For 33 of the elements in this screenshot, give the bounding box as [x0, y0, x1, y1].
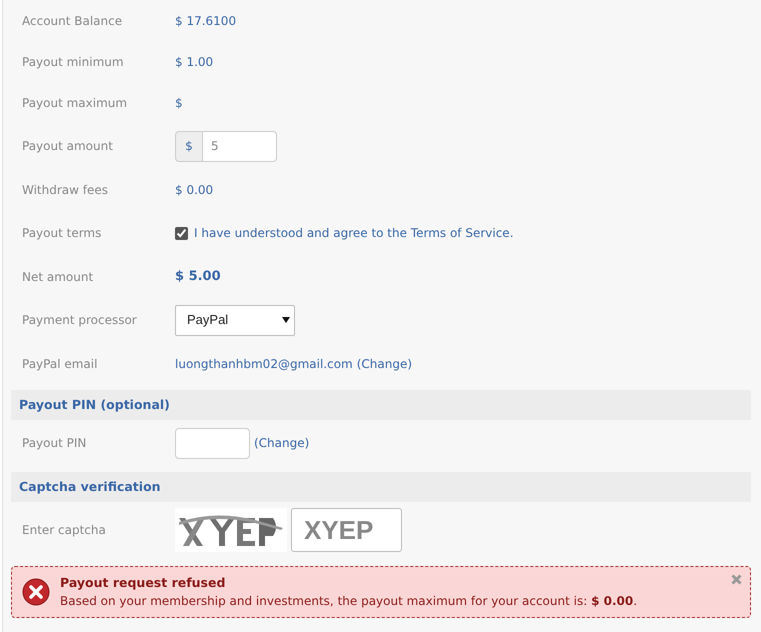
terms-checkbox[interactable] [175, 226, 188, 240]
field-value: $ [175, 94, 183, 112]
terms-text: I have understood and agree to the Terms of Service. [194, 225, 514, 242]
field-label: PayPal email [22, 356, 98, 372]
error-icon [22, 578, 50, 606]
currency-addon: $ [175, 130, 203, 162]
processor-select[interactable]: PayPal [175, 304, 295, 336]
field-label: Payment processor [22, 312, 138, 329]
section-header: Payout PIN (optional) [11, 390, 751, 420]
field-value: $ 1.00 [175, 54, 214, 70]
email-text: luongthanhbm02@gmail.com [175, 356, 353, 372]
field-value: $ 17.6100 [175, 12, 236, 30]
field-label: Withdraw fees [22, 182, 110, 198]
change-link[interactable]: (Change) [356, 354, 412, 372]
field-label: Payout PIN [22, 435, 88, 452]
close-button[interactable] [731, 574, 742, 585]
field-label: Payout terms [22, 225, 102, 242]
field-label: Payout amount [22, 138, 114, 155]
section-header: Captcha verification [11, 472, 751, 502]
field-label: Enter captcha [22, 522, 107, 539]
field-label: Net amount [22, 268, 94, 286]
field-label: Payout maximum [22, 94, 128, 112]
field-value: $ 0.00 [175, 182, 214, 198]
amount-field[interactable]: 5 [203, 130, 277, 162]
alert-title: Payout request refused [60, 574, 226, 592]
alert-message: Based on your membership and investments, the payout maximum for your account is: $ 0.00. [60, 593, 638, 610]
change-link[interactable]: (Change) [254, 434, 310, 452]
field-label: Payout minimum [22, 54, 125, 70]
caret-icon [282, 317, 290, 323]
captcha-field[interactable]: XYEP [291, 508, 402, 552]
field-value: $ 5.00 [175, 268, 221, 286]
field-label: Account Balance [22, 12, 124, 30]
pin-field[interactable] [175, 428, 250, 458]
